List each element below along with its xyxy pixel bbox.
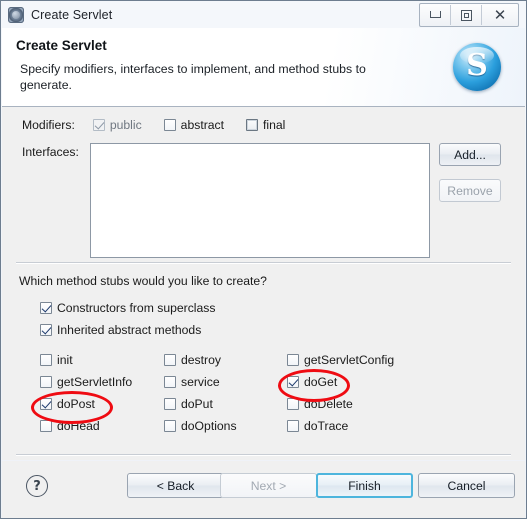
minimize-button[interactable]: [420, 5, 451, 25]
add-interface-button[interactable]: Add...: [439, 143, 501, 166]
help-icon[interactable]: ?: [26, 475, 48, 497]
logo-letter: S: [466, 47, 488, 83]
checkbox-dopost-label: doPost: [57, 397, 95, 411]
checkbox-getservletinfo-label: getServletInfo: [57, 375, 133, 389]
checkbox-public[interactable]: public: [92, 118, 142, 132]
servlet-window-icon: [8, 6, 24, 23]
checkbox-dodelete-label: doDelete: [304, 397, 353, 411]
checkbox-service-box: [164, 376, 176, 388]
checkbox-service-label: service: [181, 375, 220, 389]
window-controls: ✕: [419, 3, 519, 27]
create-servlet-dialog: Create Servlet ✕ Create Servlet Specify …: [0, 0, 527, 519]
minimize-icon: [429, 10, 441, 18]
modifiers-row: Modifiers: public abstract final: [22, 118, 285, 132]
interfaces-label: Interfaces:: [22, 145, 79, 159]
checkbox-abstract-box: [163, 119, 176, 131]
checkbox-constructors-box: [40, 302, 52, 314]
close-button[interactable]: ✕: [482, 5, 518, 25]
next-button: Next >: [220, 473, 317, 498]
checkbox-destroy-label: destroy: [181, 353, 221, 367]
banner-description: Specify modifiers, interfaces to impleme…: [20, 62, 366, 92]
checkbox-getservletinfo-box: [40, 376, 52, 388]
back-button[interactable]: < Back: [127, 473, 224, 498]
cancel-button[interactable]: Cancel: [418, 473, 515, 498]
checkbox-doput[interactable]: doPut: [164, 397, 213, 411]
checkbox-dohead-label: doHead: [57, 419, 100, 433]
checkbox-constructors-from-superclass[interactable]: Constructors from superclass: [40, 301, 216, 315]
method-stubs-question: Which method stubs would you like to cre…: [19, 274, 267, 288]
checkbox-final-box: [246, 119, 259, 131]
footer-separator: [16, 454, 511, 456]
checkbox-doget[interactable]: doGet: [287, 375, 337, 389]
checkbox-dopost-box: [40, 398, 52, 410]
remove-interface-button: Remove: [439, 179, 501, 202]
dialog-banner: Create Servlet Specify modifiers, interf…: [2, 28, 525, 107]
checkbox-dooptions[interactable]: doOptions: [164, 419, 237, 433]
checkbox-dotrace-label: doTrace: [304, 419, 349, 433]
checkbox-dodelete[interactable]: doDelete: [287, 397, 353, 411]
title-bar: Create Servlet ✕: [1, 1, 526, 28]
checkbox-dohead-box: [40, 420, 52, 432]
checkbox-doput-box: [164, 398, 176, 410]
checkbox-doget-label: doGet: [304, 375, 338, 389]
checkbox-abstract-label: abstract: [180, 118, 225, 132]
restore-icon: [460, 9, 472, 21]
checkbox-init-box: [40, 354, 52, 366]
checkbox-final[interactable]: final: [246, 118, 285, 132]
interfaces-list[interactable]: [90, 143, 430, 258]
checkbox-init[interactable]: init: [40, 353, 73, 367]
close-icon: ✕: [493, 5, 507, 24]
checkbox-dopost[interactable]: doPost: [40, 397, 95, 411]
checkbox-getservletinfo[interactable]: getServletInfo: [40, 375, 132, 389]
finish-button[interactable]: Finish: [316, 473, 413, 498]
checkbox-abstract[interactable]: abstract: [163, 118, 225, 132]
banner-title: Create Servlet: [16, 38, 107, 53]
checkbox-doput-label: doPut: [181, 397, 213, 411]
checkbox-doget-box: [287, 376, 299, 388]
checkbox-dotrace[interactable]: doTrace: [287, 419, 348, 433]
checkbox-dotrace-box: [287, 420, 299, 432]
checkbox-getservletconfig[interactable]: getServletConfig: [287, 353, 394, 367]
dialog-body: Modifiers: public abstract final Interfa…: [2, 107, 525, 460]
checkbox-final-label: final: [263, 118, 286, 132]
checkbox-service[interactable]: service: [164, 375, 220, 389]
checkbox-public-box: [92, 119, 105, 131]
checkbox-destroy-box: [164, 354, 176, 366]
dialog-footer: ? < Back Next > Finish Cancel: [2, 461, 525, 518]
checkbox-destroy[interactable]: destroy: [164, 353, 221, 367]
section-separator: [16, 262, 511, 264]
window-title: Create Servlet: [31, 7, 113, 22]
checkbox-dodelete-box: [287, 398, 299, 410]
checkbox-inherited-box: [40, 324, 52, 336]
checkbox-public-label: public: [109, 118, 142, 132]
maximize-button[interactable]: [451, 5, 482, 25]
checkbox-constructors-label: Constructors from superclass: [57, 301, 216, 315]
modifiers-label: Modifiers:: [22, 118, 75, 132]
checkbox-dooptions-box: [164, 420, 176, 432]
interfaces-buttons: Add... Remove: [439, 143, 501, 202]
spring-logo-icon: S: [453, 43, 501, 91]
checkbox-inherited-abstract-methods[interactable]: Inherited abstract methods: [40, 323, 201, 337]
checkbox-getservletconfig-box: [287, 354, 299, 366]
checkbox-dohead[interactable]: doHead: [40, 419, 100, 433]
checkbox-inherited-label: Inherited abstract methods: [57, 323, 202, 337]
checkbox-getservletconfig-label: getServletConfig: [304, 353, 395, 367]
checkbox-init-label: init: [57, 353, 73, 367]
checkbox-dooptions-label: doOptions: [181, 419, 237, 433]
